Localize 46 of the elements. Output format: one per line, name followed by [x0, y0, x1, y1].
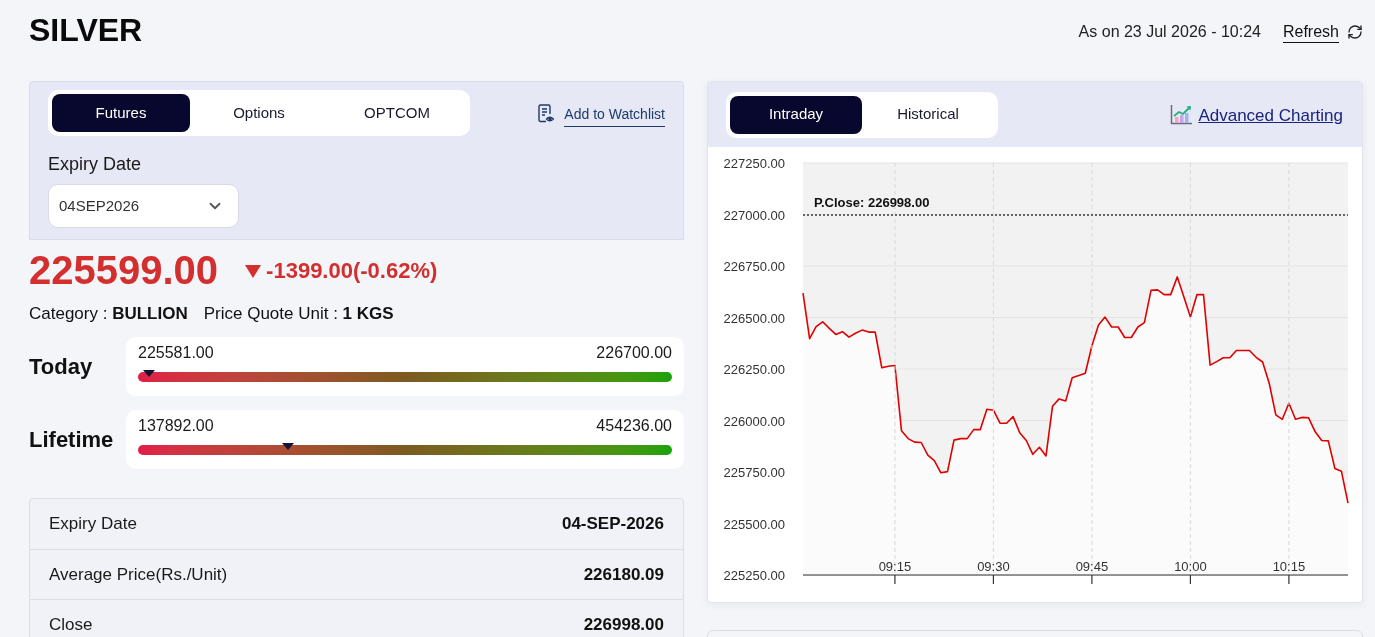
range-label: Lifetime [29, 426, 115, 454]
tab[interactable]: OPTCOM [328, 94, 466, 132]
tab[interactable]: Historical [862, 95, 994, 134]
y-axis-label: 225500.00 [723, 516, 785, 532]
previous-close-label: P.Close: 226998.00 [814, 194, 930, 210]
bar-chart-icon [1170, 104, 1194, 125]
add-to-watchlist-link[interactable]: Add to Watchlist [564, 103, 665, 127]
range-low-value: 225581.00 [138, 343, 214, 363]
y-axis-label: 225750.00 [723, 465, 785, 480]
y-axis-label: 226500.00 [723, 310, 785, 326]
detail-value: 226180.09 [583, 563, 664, 586]
range-low-value: 137892.00 [138, 416, 214, 436]
detail-label: Close [49, 613, 93, 636]
document-eye-icon [538, 103, 555, 123]
y-axis-label: 226250.00 [723, 362, 785, 377]
advanced-charting-link[interactable]: Advanced Charting [1198, 102, 1343, 129]
as-on-timestamp: As on 23 Jul 2026 - 10:24 [1078, 22, 1261, 42]
y-axis-label: 225250.00 [723, 568, 785, 583]
x-axis-label: 10:15 [1272, 559, 1306, 574]
detail-value: 04-SEP-2026 [561, 513, 664, 536]
detail-label: Average Price(Rs./Unit) [49, 563, 228, 586]
page-title: SILVER [29, 11, 143, 50]
tab[interactable]: Options [190, 94, 328, 132]
tab[interactable]: Intraday [730, 95, 862, 134]
expiry-date-label: Expiry Date [48, 153, 142, 176]
x-axis-label: 09:15 [878, 559, 912, 574]
range-high-value: 226700.00 [596, 343, 672, 363]
refresh-link[interactable]: Refresh [1282, 21, 1339, 43]
y-axis-label: 227250.00 [723, 156, 785, 171]
detail-value: 226998.00 [583, 613, 664, 636]
y-axis-label: 226750.00 [723, 259, 785, 274]
x-axis-label: 10:00 [1174, 559, 1207, 574]
price-quote-unit-text: Price Quote Unit : 1 KGS [203, 303, 394, 325]
price-change: -1399.00(-0.62%) [266, 256, 438, 285]
range-label: Today [29, 353, 94, 381]
x-axis-label: 09:30 [977, 559, 1010, 574]
detail-label: Expiry Date [49, 513, 137, 536]
y-axis-label: 226000.00 [723, 413, 785, 429]
y-axis-label: 227000.00 [723, 207, 785, 223]
last-price: 225599.00 [29, 247, 219, 294]
category-text: Category : BULLION [29, 303, 188, 325]
expiry-date-select[interactable]: 04SEP2026 [48, 184, 239, 228]
x-axis-label: 09:45 [1075, 559, 1109, 574]
refresh-icon[interactable] [1347, 24, 1363, 40]
range-high-value: 454236.00 [596, 416, 672, 436]
tab[interactable]: Futures [52, 94, 190, 132]
